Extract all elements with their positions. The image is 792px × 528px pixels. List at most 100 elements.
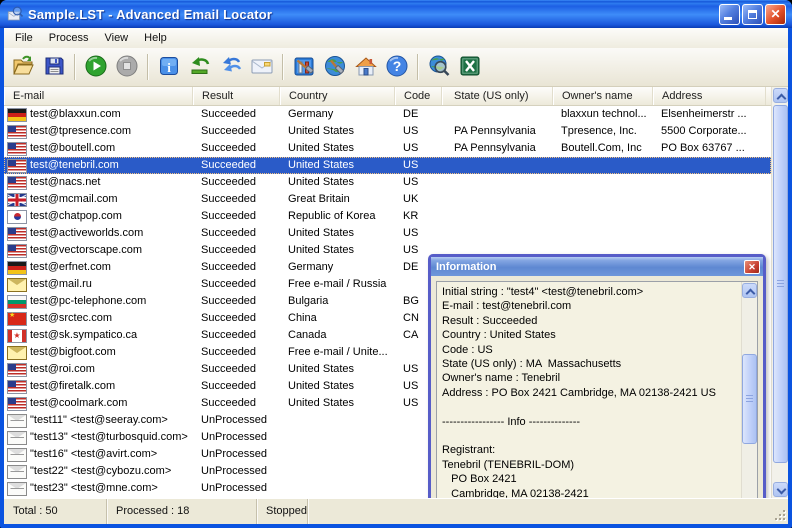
stop-button[interactable] (112, 52, 142, 82)
email-text: "test13" <test@turbosquid.com> (30, 429, 188, 446)
cell-country (280, 480, 395, 497)
tools-button[interactable] (289, 52, 319, 82)
table-row[interactable]: test@activeworlds.com SucceededUnited Sta… (4, 225, 771, 242)
email-text: test@mail.ru (30, 276, 92, 293)
email-text: test@nacs.net (30, 174, 100, 191)
table-row[interactable]: test@chatpop.comSucceededRepublic of Kor… (4, 208, 771, 225)
info-vertical-scrollbar[interactable] (741, 282, 757, 498)
canada-flag-icon (8, 330, 26, 342)
table-header: E-mailResultCountryCodeState (US only)Ow… (4, 87, 771, 106)
cell-country: United States (280, 174, 395, 191)
cell-country (280, 446, 395, 463)
column-header-country[interactable]: Country (280, 87, 395, 105)
information-window[interactable]: Information ✕ Initial string : "test4" <… (428, 254, 766, 498)
column-header-state-us-only[interactable]: State (US only) (442, 87, 553, 105)
resize-grip[interactable] (773, 508, 787, 522)
cell-result: Succeeded (193, 344, 280, 361)
table-row[interactable]: test@tenebril.comSucceededUnited StatesU… (4, 157, 771, 174)
get-results-button[interactable] (185, 52, 215, 82)
toolbar-separator (282, 54, 284, 80)
cell-owner (553, 225, 653, 242)
table-row[interactable]: test@boutell.comSucceededUnited StatesUS… (4, 140, 771, 157)
cell-email: test@chatpop.com (4, 208, 193, 225)
scroll-down-button[interactable] (773, 482, 788, 497)
cell-result: UnProcessed (193, 463, 280, 480)
info-scroll-thumb[interactable] (742, 354, 757, 444)
maximize-button[interactable] (742, 4, 763, 25)
cell-state (442, 174, 553, 191)
cell-state (442, 106, 553, 123)
cell-result: UnProcessed (193, 412, 280, 429)
cell-owner: Boutell.Com, Inc (553, 140, 653, 157)
close-button[interactable]: ✕ (765, 4, 786, 25)
message-button[interactable] (247, 52, 277, 82)
open-file-button[interactable] (8, 52, 38, 82)
column-header-address[interactable]: Address (653, 87, 766, 105)
window-title: Sample.LST - Advanced Email Locator (28, 7, 717, 22)
cell-result: Succeeded (193, 327, 280, 344)
email-text: test@boutell.com (30, 140, 115, 157)
cell-result: Succeeded (193, 242, 280, 259)
column-header-owner-s-name[interactable]: Owner's name (553, 87, 653, 105)
usa-flag-icon (8, 177, 26, 189)
internet-tools-button[interactable] (320, 52, 350, 82)
scroll-up-button[interactable] (773, 88, 788, 103)
email-text: test@pc-telephone.com (30, 293, 146, 310)
start-button[interactable] (81, 52, 111, 82)
menu-item-process[interactable]: Process (41, 29, 97, 48)
menu-item-help[interactable]: Help (136, 29, 175, 48)
status-section-1: Processed : 18 (107, 499, 257, 524)
whois-search-button[interactable] (424, 52, 454, 82)
table-row[interactable]: test@mcmail.comSucceededGreat BritainUK (4, 191, 771, 208)
email-text: test@activeworlds.com (30, 225, 143, 242)
cell-country: Great Britain (280, 191, 395, 208)
information-title-bar[interactable]: Information ✕ (431, 257, 763, 276)
client-area: FileProcessViewHelp i? E-mailResultCount… (4, 28, 788, 524)
bulgaria-flag-icon (8, 296, 26, 308)
title-bar[interactable]: Sample.LST - Advanced Email Locator ✕ (0, 0, 792, 28)
scroll-thumb[interactable] (773, 105, 788, 463)
toolbar-separator (147, 54, 149, 80)
email-text: test@tenebril.com (30, 157, 119, 174)
germany-flag-icon (8, 262, 26, 274)
excel-export-button[interactable] (455, 52, 485, 82)
table-row[interactable]: test@tpresence.comSucceededUnited States… (4, 123, 771, 140)
table-row[interactable]: test@nacs.netSucceededUnited StatesUS (4, 174, 771, 191)
cell-email: "test22" <test@cybozu.com> (4, 463, 193, 480)
info-button[interactable]: i (154, 52, 184, 82)
column-header-result[interactable]: Result (193, 87, 280, 105)
minimize-button[interactable] (719, 4, 740, 25)
cell-code: UK (395, 191, 442, 208)
cell-address (653, 191, 766, 208)
cell-email: test@mail.ru (4, 276, 193, 293)
usa-flag-icon (8, 364, 26, 376)
toolbar-separator (417, 54, 419, 80)
table-row[interactable]: test@blaxxun.comSucceededGermanyDEblaxxu… (4, 106, 771, 123)
column-header-code[interactable]: Code (395, 87, 442, 105)
cell-email: test@srctec.com (4, 310, 193, 327)
home-button[interactable] (351, 52, 381, 82)
main-vertical-scrollbar[interactable] (771, 87, 788, 498)
help-button[interactable]: ? (382, 52, 412, 82)
cell-result: Succeeded (193, 361, 280, 378)
column-header-e-mail[interactable]: E-mail (4, 87, 193, 105)
cell-result: UnProcessed (193, 480, 280, 497)
cell-result: Succeeded (193, 225, 280, 242)
unprocessed-flag-icon (8, 432, 26, 444)
menu-item-file[interactable]: File (7, 29, 41, 48)
list-area: E-mailResultCountryCodeState (US only)Ow… (4, 87, 788, 498)
usa-flag-icon (8, 398, 26, 410)
cell-owner: Tpresence, Inc. (553, 123, 653, 140)
cell-country: United States (280, 225, 395, 242)
excel-export-icon (458, 54, 482, 81)
menu-item-view[interactable]: View (96, 29, 136, 48)
save-button[interactable] (39, 52, 69, 82)
home-icon (354, 54, 378, 81)
status-section-0: Total : 50 (4, 499, 107, 524)
info-scroll-up-button[interactable] (742, 283, 757, 298)
cell-email: test@sk.sympatico.ca (4, 327, 193, 344)
reset-button[interactable] (216, 52, 246, 82)
information-close-button[interactable]: ✕ (744, 260, 760, 274)
cell-result: UnProcessed (193, 429, 280, 446)
usa-flag-icon (8, 381, 26, 393)
